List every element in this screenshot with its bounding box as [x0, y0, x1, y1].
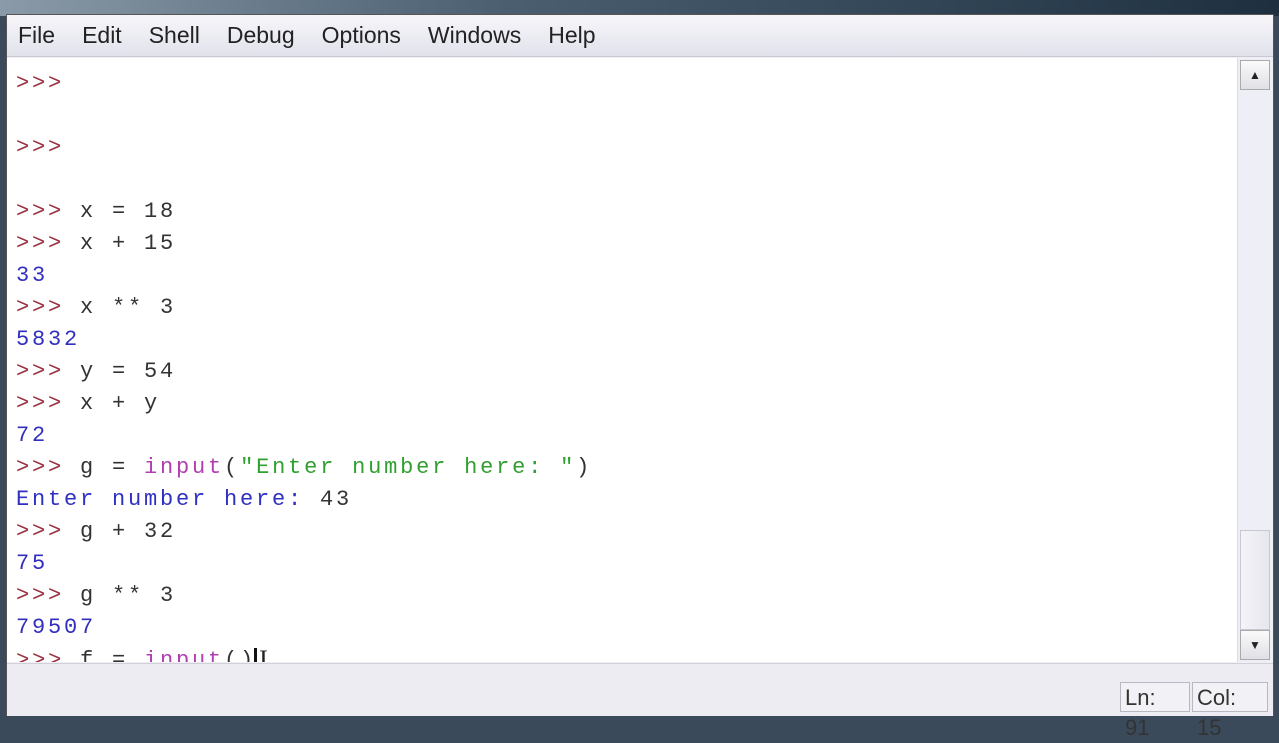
code-text: x + 15: [80, 231, 177, 256]
menu-debug[interactable]: Debug: [227, 22, 295, 49]
menu-windows[interactable]: Windows: [428, 22, 521, 49]
line-number: Ln: 91: [1120, 682, 1190, 740]
prompt: >>>: [16, 455, 81, 480]
code-text: g + 32: [80, 519, 177, 544]
code-text: input: [144, 455, 225, 480]
ibeam-cursor-icon: I: [259, 645, 268, 662]
shell-line: >>> x = 18: [16, 196, 176, 228]
prompt: >>>: [16, 135, 81, 160]
code-text: g ** 3: [80, 583, 177, 608]
arrow-up-icon: ▲: [1249, 68, 1261, 82]
menu-options[interactable]: Options: [322, 22, 401, 49]
shell-line: 75: [16, 548, 48, 580]
shell-line: >>> x ** 3: [16, 292, 176, 324]
code-text: x = 18: [80, 199, 177, 224]
output-text: 5832: [16, 327, 81, 352]
prompt: >>>: [16, 231, 81, 256]
output-text: 33: [16, 263, 49, 288]
shell-line: >>> x + y: [16, 388, 160, 420]
output-text: 75: [16, 551, 49, 576]
shell-line: >>> f = input() I: [16, 644, 268, 662]
prompt: >>>: [16, 583, 81, 608]
shell-line: 5832: [16, 324, 80, 356]
prompt: >>>: [16, 647, 81, 662]
menu-bar: File Edit Shell Debug Options Windows He…: [7, 15, 1273, 57]
code-text: g =: [80, 455, 145, 480]
code-text: "Enter number here: ": [240, 455, 577, 480]
prompt: >>>: [16, 519, 81, 544]
code-text: (): [224, 647, 257, 662]
text-caret: [254, 648, 258, 662]
code-text: x ** 3: [80, 295, 177, 320]
prompt: >>>: [16, 295, 81, 320]
code-text: (: [224, 455, 241, 480]
prompt: >>>: [16, 71, 81, 96]
code-text: ): [576, 455, 593, 480]
shell-line: >>>: [16, 68, 80, 100]
scroll-down-button[interactable]: ▼: [1240, 630, 1270, 660]
shell-line: 79507: [16, 612, 96, 644]
vertical-scrollbar[interactable]: ▲ ▼: [1237, 58, 1272, 662]
code-text: x + y: [80, 391, 161, 416]
shell-line: >>>: [16, 132, 80, 164]
shell-line: 72: [16, 420, 48, 452]
code-text: y = 54: [80, 359, 177, 384]
scrollbar-thumb[interactable]: [1240, 530, 1270, 630]
code-text: f =: [80, 647, 145, 662]
output-text: 72: [16, 423, 49, 448]
shell-text-area[interactable]: >>> >>> >>> x = 18 >>> x + 15 33 >>> x ** 3…: [7, 58, 1237, 662]
prompt: >>>: [16, 359, 81, 384]
shell-line: >>> x + 15: [16, 228, 176, 260]
scroll-up-button[interactable]: ▲: [1240, 60, 1270, 90]
menu-help[interactable]: Help: [548, 22, 595, 49]
menu-shell[interactable]: Shell: [149, 22, 200, 49]
idle-shell-window: File Edit Shell Debug Options Windows He…: [6, 14, 1274, 740]
code-text: 43: [320, 487, 353, 512]
arrow-down-icon: ▼: [1249, 638, 1261, 652]
prompt: >>>: [16, 391, 81, 416]
shell-line: >>> y = 54: [16, 356, 176, 388]
output-text: 79507: [16, 615, 97, 640]
shell-line: >>> g = input("Enter number here: "): [16, 452, 592, 484]
column-number: Col: 15: [1192, 682, 1268, 740]
prompt: >>>: [16, 199, 81, 224]
menu-edit[interactable]: Edit: [82, 22, 122, 49]
shell-line: Enter number here: 43: [16, 484, 352, 516]
shell-line: >>> g + 32: [16, 516, 176, 548]
code-text: input: [144, 647, 225, 662]
shell-line: >>> g ** 3: [16, 580, 176, 612]
status-bar: Ln: 91 Col: 15: [7, 663, 1273, 740]
shell-line: 33: [16, 260, 48, 292]
output-text: Enter number here:: [16, 487, 321, 512]
menu-file[interactable]: File: [18, 22, 55, 49]
